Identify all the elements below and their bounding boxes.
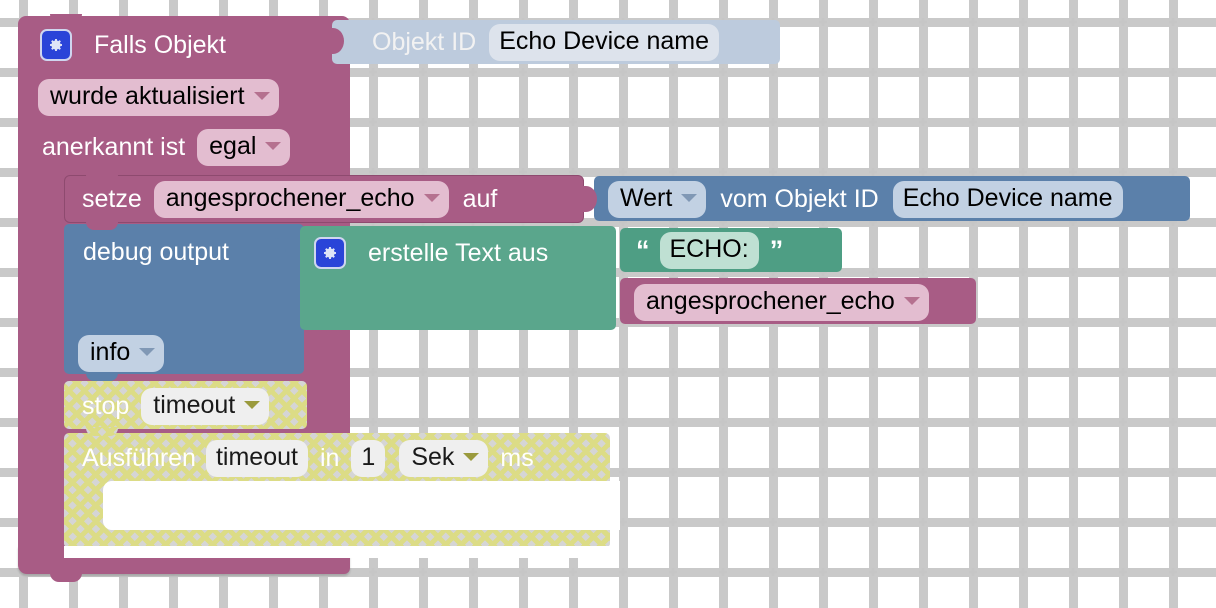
set-timeout-unit-dropdown[interactable]: Sek bbox=[399, 439, 489, 477]
debug-label-row: debug output bbox=[83, 236, 229, 268]
trigger-top-notch bbox=[50, 14, 82, 22]
attribute-value: Wert bbox=[620, 183, 673, 212]
set-variable-bottom-notch bbox=[86, 221, 118, 230]
variable-getter-dropdown[interactable]: angesprochener_echo bbox=[634, 283, 929, 321]
variable-getter-name: angesprochener_echo bbox=[646, 286, 895, 315]
chevron-down-icon bbox=[681, 194, 698, 202]
chevron-down-icon bbox=[265, 142, 282, 150]
blockly-workspace[interactable]: Falls Objekt Objekt ID Echo Device name … bbox=[0, 0, 1216, 608]
set-timeout-name-field[interactable]: timeout bbox=[205, 439, 308, 477]
clear-timeout-name: timeout bbox=[153, 390, 236, 419]
trigger-ack-row: anerkannt ist egal bbox=[42, 128, 291, 166]
ack-value: egal bbox=[209, 131, 257, 160]
object-id-field[interactable]: Echo Device name bbox=[489, 23, 720, 61]
debug-severity-row: info bbox=[78, 334, 165, 372]
chevron-down-icon bbox=[903, 297, 920, 305]
change-mode-dropdown[interactable]: wurde aktualisiert bbox=[38, 78, 279, 116]
chevron-down-icon bbox=[139, 348, 156, 356]
get-object-value-row: Wert vom Objekt ID Echo Device name bbox=[608, 180, 1123, 218]
ack-label: anerkannt ist bbox=[42, 132, 186, 161]
object-id-label: Objekt ID bbox=[372, 27, 477, 56]
clear-timeout-dropdown[interactable]: timeout bbox=[141, 387, 270, 425]
text-literal-field[interactable]: ECHO: bbox=[659, 231, 759, 269]
variable-name: angesprochener_echo bbox=[165, 183, 415, 212]
text-literal-row: “ ECHO: ” bbox=[636, 231, 783, 269]
clear-timeout-bottom-notch bbox=[86, 427, 118, 436]
open-quote-icon: “ bbox=[636, 234, 649, 265]
chevron-down-icon bbox=[244, 401, 261, 409]
set-timeout-body-slot[interactable] bbox=[103, 481, 620, 530]
set-keyword: setze bbox=[82, 184, 142, 213]
trigger-bottom-notch bbox=[50, 572, 82, 582]
create-text-title: erstelle Text aus bbox=[368, 238, 549, 267]
trigger-header-row: Falls Objekt bbox=[40, 26, 226, 64]
set-timeout-body-notch bbox=[122, 481, 155, 491]
clear-timeout-keyword: stop bbox=[82, 391, 130, 420]
ack-dropdown[interactable]: egal bbox=[197, 128, 291, 166]
clear-timeout-row: stop timeout bbox=[82, 387, 270, 425]
create-text-header-row: erstelle Text aus bbox=[314, 235, 548, 271]
set-to-label: auf bbox=[462, 184, 498, 213]
trigger-title: Falls Objekt bbox=[94, 30, 226, 59]
set-timeout-foot-gap bbox=[64, 546, 610, 558]
variable-getter-row: angesprochener_echo bbox=[634, 283, 929, 321]
debug-bottom-notch bbox=[86, 372, 118, 381]
chevron-down-icon bbox=[253, 92, 270, 100]
set-timeout-keyword: Ausführen bbox=[82, 443, 196, 472]
set-variable-row: setze angesprochener_echo auf bbox=[82, 180, 498, 218]
set-timeout-unit-suffix: ms bbox=[500, 443, 534, 472]
variable-dropdown[interactable]: angesprochener_echo bbox=[153, 180, 449, 218]
attribute-dropdown[interactable]: Wert bbox=[608, 180, 707, 218]
set-timeout-unit-value: Sek bbox=[411, 442, 455, 471]
trigger-change-mode-row: wurde aktualisiert bbox=[38, 78, 279, 116]
close-quote-icon: ” bbox=[769, 234, 783, 265]
set-timeout-in-label: in bbox=[319, 443, 340, 472]
object-id-row: Objekt ID Echo Device name bbox=[372, 23, 720, 61]
source-object-id-field[interactable]: Echo Device name bbox=[892, 180, 1123, 218]
set-variable-top-notch bbox=[86, 175, 118, 183]
severity-dropdown[interactable]: info bbox=[78, 334, 165, 372]
chevron-down-icon bbox=[423, 194, 440, 202]
gear-icon[interactable] bbox=[40, 29, 72, 61]
severity-value: info bbox=[90, 337, 131, 366]
set-timeout-header-row: Ausführen timeout in 1 Sek ms bbox=[82, 439, 534, 477]
chevron-down-icon bbox=[463, 453, 480, 461]
from-object-id-label: vom Objekt ID bbox=[720, 184, 879, 213]
debug-label: debug output bbox=[83, 237, 229, 266]
set-timeout-delay-field[interactable]: 1 bbox=[351, 439, 386, 477]
change-mode-value: wurde aktualisiert bbox=[50, 81, 245, 110]
gear-icon[interactable] bbox=[314, 237, 346, 269]
